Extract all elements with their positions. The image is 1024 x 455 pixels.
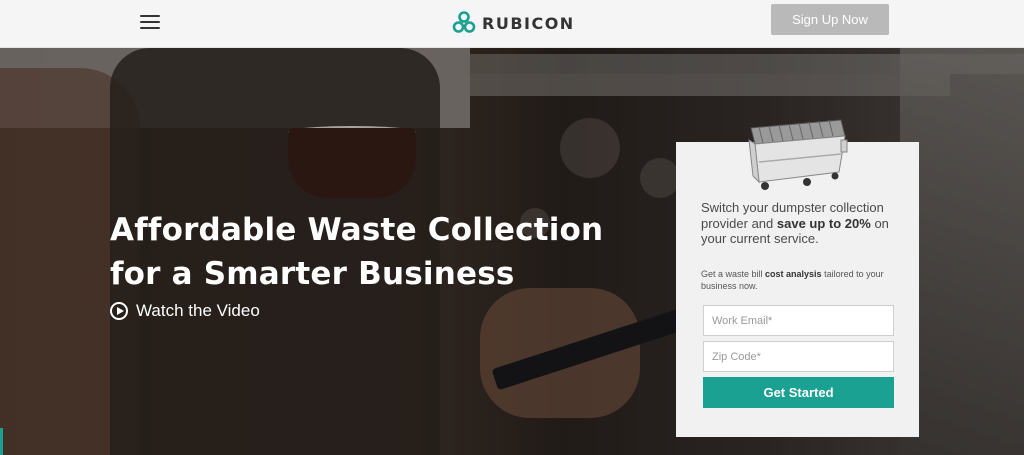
form-headline: Switch your dumpster collection provider… [701, 200, 889, 246]
hero-title-line1: Affordable Waste Collection [110, 212, 604, 248]
side-feedback-tab[interactable] [0, 428, 3, 455]
form-subtext: Get a waste bill cost analysis tailored … [701, 269, 884, 291]
brand-name: RUBICON [482, 13, 575, 33]
brand-logo[interactable]: RUBICON [452, 10, 575, 36]
play-circle-icon [110, 302, 128, 320]
watch-video-label: Watch the Video [136, 301, 260, 320]
hamburger-menu-icon[interactable] [138, 12, 162, 32]
hero-title-line2: for a Smarter Business [110, 256, 515, 292]
sign-up-button[interactable]: Sign Up Now [771, 4, 889, 35]
dumpster-image [748, 119, 848, 190]
top-header: RUBICON Sign Up Now [0, 0, 1024, 48]
rubicon-logo-icon [452, 11, 476, 33]
work-email-input[interactable] [703, 305, 894, 336]
get-started-button[interactable]: Get Started [703, 377, 894, 408]
watch-video-link[interactable]: Watch the Video [110, 301, 260, 321]
hero-title: Affordable Waste Collection for a Smarte… [110, 208, 670, 296]
zip-code-input[interactable] [703, 341, 894, 372]
